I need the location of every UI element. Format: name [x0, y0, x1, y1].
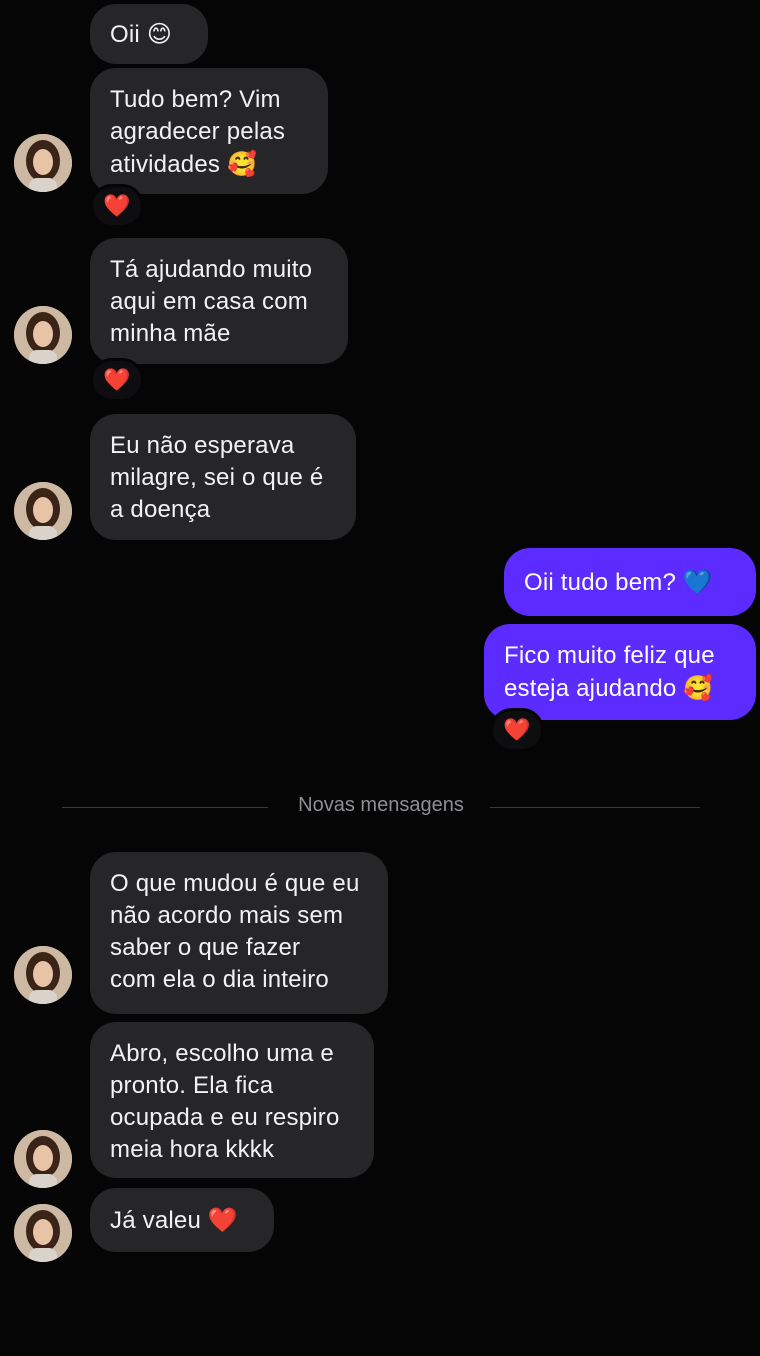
message-text: Oii: [110, 21, 140, 48]
message-line: agradecer pelas: [110, 118, 286, 145]
incoming-message[interactable]: Tudo bem? Vim agradecer pelas atividades…: [90, 68, 328, 194]
message-line: Fico muito feliz que: [504, 642, 715, 669]
message-line: atividades: [110, 151, 221, 178]
message-text: Oii tudo bem?: [524, 569, 677, 596]
incoming-message[interactable]: Oii 😊: [90, 4, 208, 64]
new-messages-divider: Novas mensagens: [62, 790, 700, 824]
red-heart-icon: ❤️: [103, 367, 131, 393]
incoming-message[interactable]: Já valeu ❤️: [90, 1188, 274, 1252]
contact-avatar[interactable]: [14, 1204, 72, 1262]
message-line: meia hora kkkk: [110, 1136, 275, 1163]
outgoing-message[interactable]: Oii tudo bem? 💙: [504, 548, 756, 616]
message-line: com ela o dia inteiro: [110, 966, 329, 993]
message-line: a doença: [110, 496, 211, 523]
red-heart-icon: ❤️: [503, 717, 531, 743]
contact-avatar[interactable]: [14, 482, 72, 540]
message-line: minha mãe: [110, 320, 231, 347]
divider-label: Novas mensagens: [298, 794, 464, 816]
message-line: pronto. Ela fica: [110, 1072, 274, 1099]
contact-avatar[interactable]: [14, 306, 72, 364]
smiling-face-hearts-emoji-icon: 🥰: [226, 150, 258, 178]
message-line: aqui em casa com: [110, 288, 308, 315]
red-heart-icon: ❤️: [103, 193, 131, 219]
heart-reaction[interactable]: ❤️: [90, 184, 144, 228]
message-line: Eu não esperava: [110, 432, 295, 459]
smiling-face-hearts-emoji-icon: 🥰: [683, 674, 714, 702]
contact-avatar[interactable]: [14, 134, 72, 192]
red-heart-emoji-icon: ❤️: [207, 1206, 238, 1234]
message-line: Tudo bem? Vim: [110, 86, 281, 113]
message-line: milagre, sei o que é: [110, 464, 324, 491]
outgoing-message[interactable]: Fico muito feliz que esteja ajudando 🥰: [484, 624, 756, 720]
incoming-message[interactable]: Tá ajudando muito aqui em casa com minha…: [90, 238, 348, 364]
message-line: O que mudou é que eu: [110, 870, 360, 897]
heart-reaction[interactable]: ❤️: [90, 358, 144, 402]
message-line: ocupada e eu respiro: [110, 1104, 340, 1131]
incoming-message[interactable]: Abro, escolho uma e pronto. Ela fica ocu…: [90, 1022, 374, 1178]
message-line: Abro, escolho uma e: [110, 1040, 334, 1067]
incoming-message[interactable]: Eu não esperava milagre, sei o que é a d…: [90, 414, 356, 540]
divider-line-right: [490, 807, 700, 808]
message-text: Já valeu: [110, 1207, 201, 1234]
contact-avatar[interactable]: [14, 1130, 72, 1188]
contact-avatar[interactable]: [14, 946, 72, 1004]
message-line: saber o que fazer: [110, 934, 301, 961]
message-line: esteja ajudando: [504, 675, 677, 702]
smiling-face-emoji-icon: 😊: [146, 20, 173, 48]
message-line: Tá ajudando muito: [110, 256, 313, 283]
blue-heart-emoji-icon: 💙: [682, 568, 713, 596]
heart-reaction[interactable]: ❤️: [490, 708, 544, 752]
incoming-message[interactable]: O que mudou é que eu não acordo mais sem…: [90, 852, 388, 1014]
message-line: não acordo mais sem: [110, 902, 344, 929]
